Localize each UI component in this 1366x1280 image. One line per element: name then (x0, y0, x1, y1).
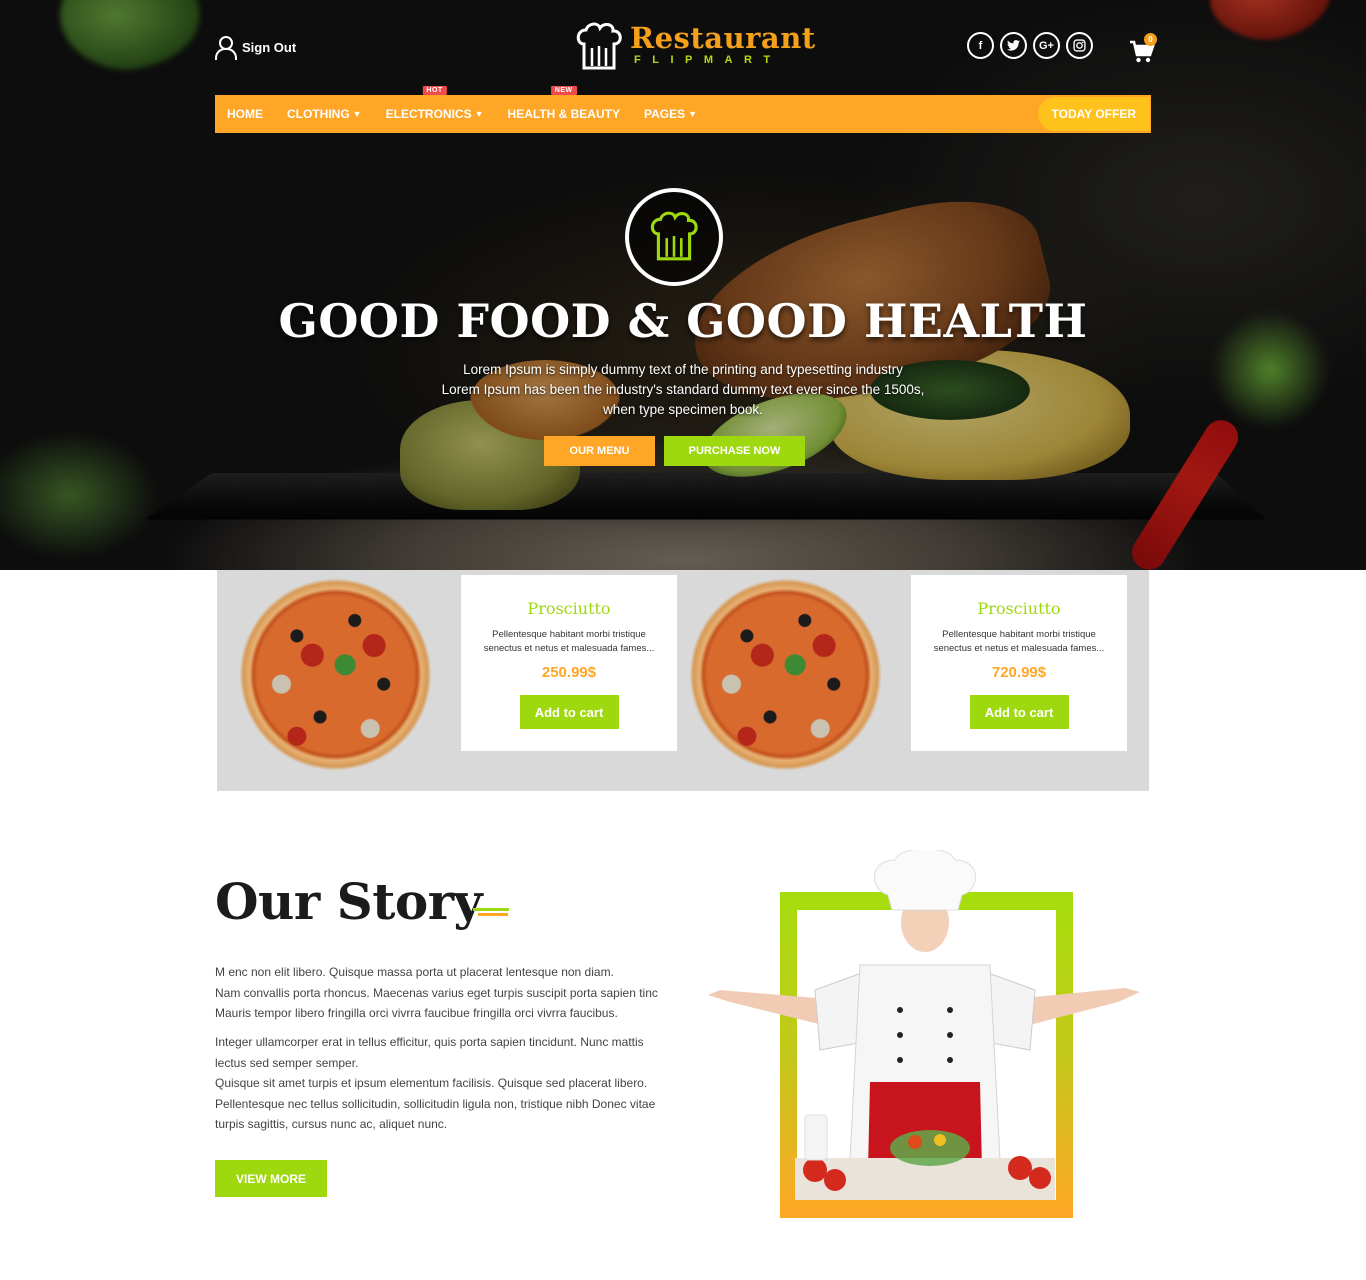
hero-subtitle-line: Lorem Ipsum has been the industry's stan… (441, 382, 925, 397)
product-title[interactable]: Prosciutto (911, 599, 1127, 618)
product-title[interactable]: Prosciutto (461, 599, 677, 618)
pizza-image[interactable] (689, 578, 882, 771)
caret-down-icon: ▼ (352, 109, 362, 119)
story-line: turpis sagittis, cursus nunc ac, aliquet… (215, 1117, 448, 1131)
hero-subtitle-line: when type specimen book. (603, 402, 763, 417)
sign-out-label: Sign Out (242, 39, 297, 55)
nav-item-electronics[interactable]: HOT ELECTRONICS ▼ (374, 86, 496, 133)
nav-label: HEALTH & BEAUTY (507, 107, 620, 121)
story-line: Nam convallis porta rhoncus. Maecenas va… (215, 985, 658, 1000)
nav-item-health-beauty[interactable]: NEW HEALTH & BEAUTY (496, 86, 632, 133)
story-line: Pellentesque nec tellus sollicitudin, so… (215, 1096, 656, 1111)
story-paragraph-2: Integer ullamcorper erat in tellus effic… (215, 1032, 675, 1135)
add-to-cart-button[interactable]: Add to cart (519, 695, 619, 729)
pizza-image[interactable] (239, 578, 432, 771)
hero-subtitle: Lorem Ipsum is simply dummy text of the … (383, 360, 983, 420)
today-offer-button[interactable]: TODAY OFFER (1037, 97, 1150, 131)
story-line: lectus sed semper semper. (215, 1055, 359, 1070)
nav-label: PAGES (643, 107, 686, 121)
story-paragraph-1: M enc non elit libero. Quisque massa por… (215, 962, 675, 1024)
hot-tag: HOT (422, 86, 447, 95)
product-price: 720.99$ (991, 664, 1047, 681)
nav-label: ELECTRONICS (385, 107, 472, 121)
nav-item-home[interactable]: HOME (215, 95, 275, 133)
nav-label: CLOTHING (287, 107, 350, 121)
story-line: Quisque sit amet turpis et ipsum element… (215, 1076, 648, 1090)
sign-out-link[interactable]: Sign Out (214, 36, 297, 60)
chef-image (708, 850, 1140, 1200)
product-description: Pellentesque habitant morbi tristique se… (483, 629, 655, 654)
our-menu-button[interactable]: OUR MENU (544, 436, 655, 466)
purchase-now-button[interactable]: PURCHASE NOW (664, 436, 805, 466)
google-plus-icon[interactable]: G+ (1033, 32, 1060, 59)
product-card: Prosciutto Pellentesque habitant morbi t… (911, 575, 1127, 751)
story-line: Integer ullamcorper erat in tellus effic… (215, 1035, 644, 1049)
instagram-icon[interactable] (1066, 32, 1093, 59)
logo-title: Restaurant (630, 21, 816, 55)
hero-banner: Sign Out Restaurant FLIPMART f G+ 0 HOME… (0, 0, 1366, 570)
chef-hat-icon (576, 22, 622, 70)
nav-label: HOME (227, 107, 263, 121)
nav-item-clothing[interactable]: CLOTHING ▼ (275, 95, 374, 133)
main-nav: HOME CLOTHING ▼ HOT ELECTRONICS ▼ NEW HEALTH… (215, 86, 1151, 133)
hero-title: GOOD FOOD & GOOD HEALTH (278, 294, 1088, 348)
hero-subtitle-line: Lorem Ipsum is simply dummy text of the … (463, 362, 903, 377)
new-tag: NEW (550, 86, 577, 95)
chef-hat-badge (625, 188, 723, 286)
twitter-icon[interactable] (1000, 32, 1027, 59)
user-icon (214, 36, 237, 60)
logo[interactable]: Restaurant FLIPMART (574, 22, 816, 72)
add-to-cart-button[interactable]: Add to cart (969, 695, 1069, 729)
product-description: Pellentesque habitant morbi tristique se… (933, 629, 1105, 654)
product-price: 250.99$ (541, 664, 597, 681)
social-links: f G+ (967, 32, 1093, 59)
product-strip: Prosciutto Pellentesque habitant morbi t… (217, 570, 1149, 791)
title-accent-orange (478, 913, 508, 916)
title-accent-green (473, 908, 509, 911)
caret-down-icon: ▼ (474, 109, 484, 119)
nav-item-pages[interactable]: PAGES ▼ (632, 95, 709, 133)
view-more-button[interactable]: VIEW MORE (215, 1160, 327, 1197)
chef-hat-icon (650, 211, 698, 261)
logo-subtitle: FLIPMART (634, 54, 782, 66)
caret-down-icon: ▼ (688, 109, 698, 119)
story-line: Mauris tempor libero fringilla orci vivr… (215, 1006, 618, 1020)
facebook-icon[interactable]: f (967, 32, 994, 59)
cart-count-badge: 0 (1144, 33, 1157, 46)
product-card: Prosciutto Pellentesque habitant morbi t… (461, 575, 677, 751)
story-title: Our Story (215, 872, 483, 931)
story-line: M enc non elit libero. Quisque massa por… (215, 965, 614, 979)
